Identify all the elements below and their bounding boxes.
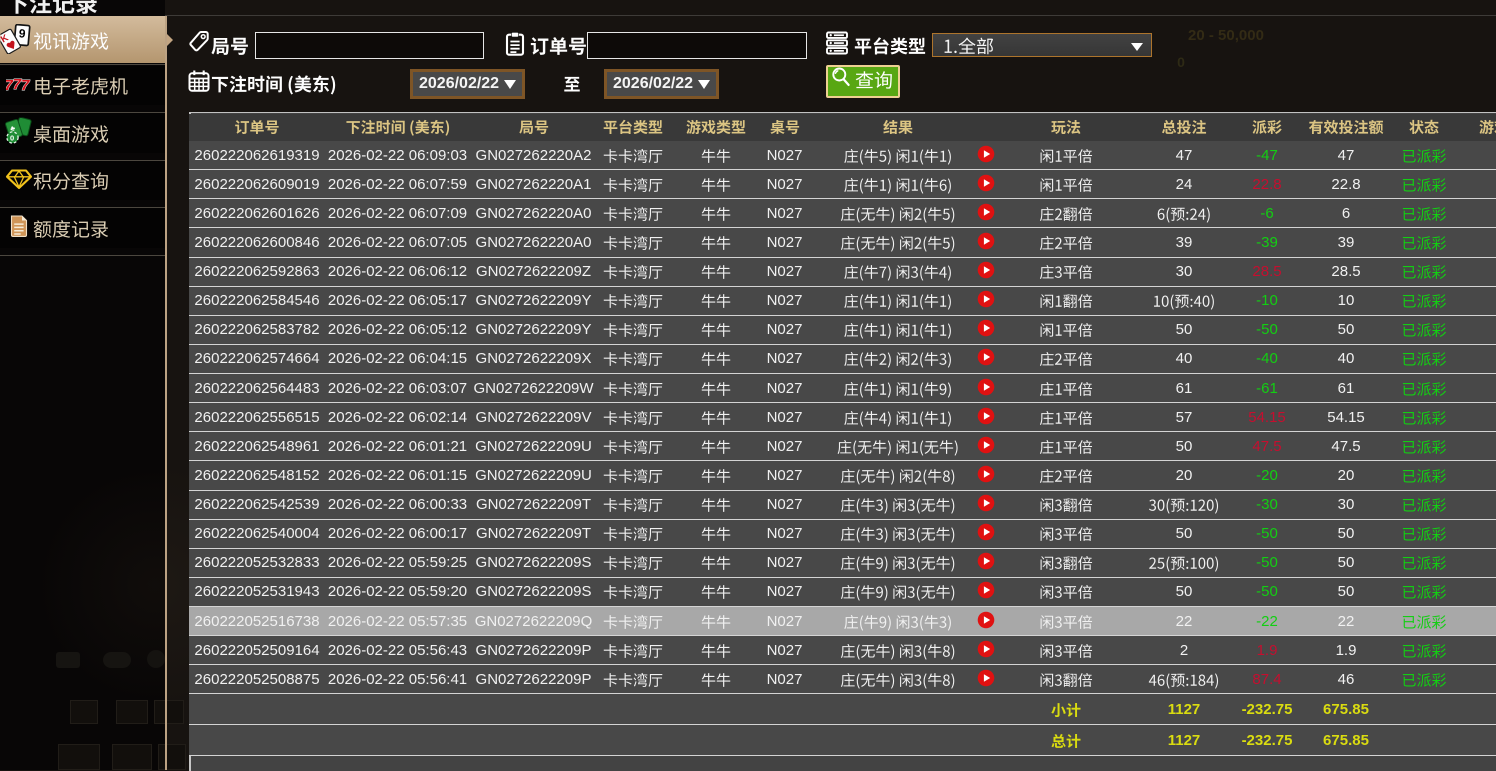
svg-text:7: 7 (21, 77, 30, 94)
svg-text:0: 0 (10, 133, 14, 142)
